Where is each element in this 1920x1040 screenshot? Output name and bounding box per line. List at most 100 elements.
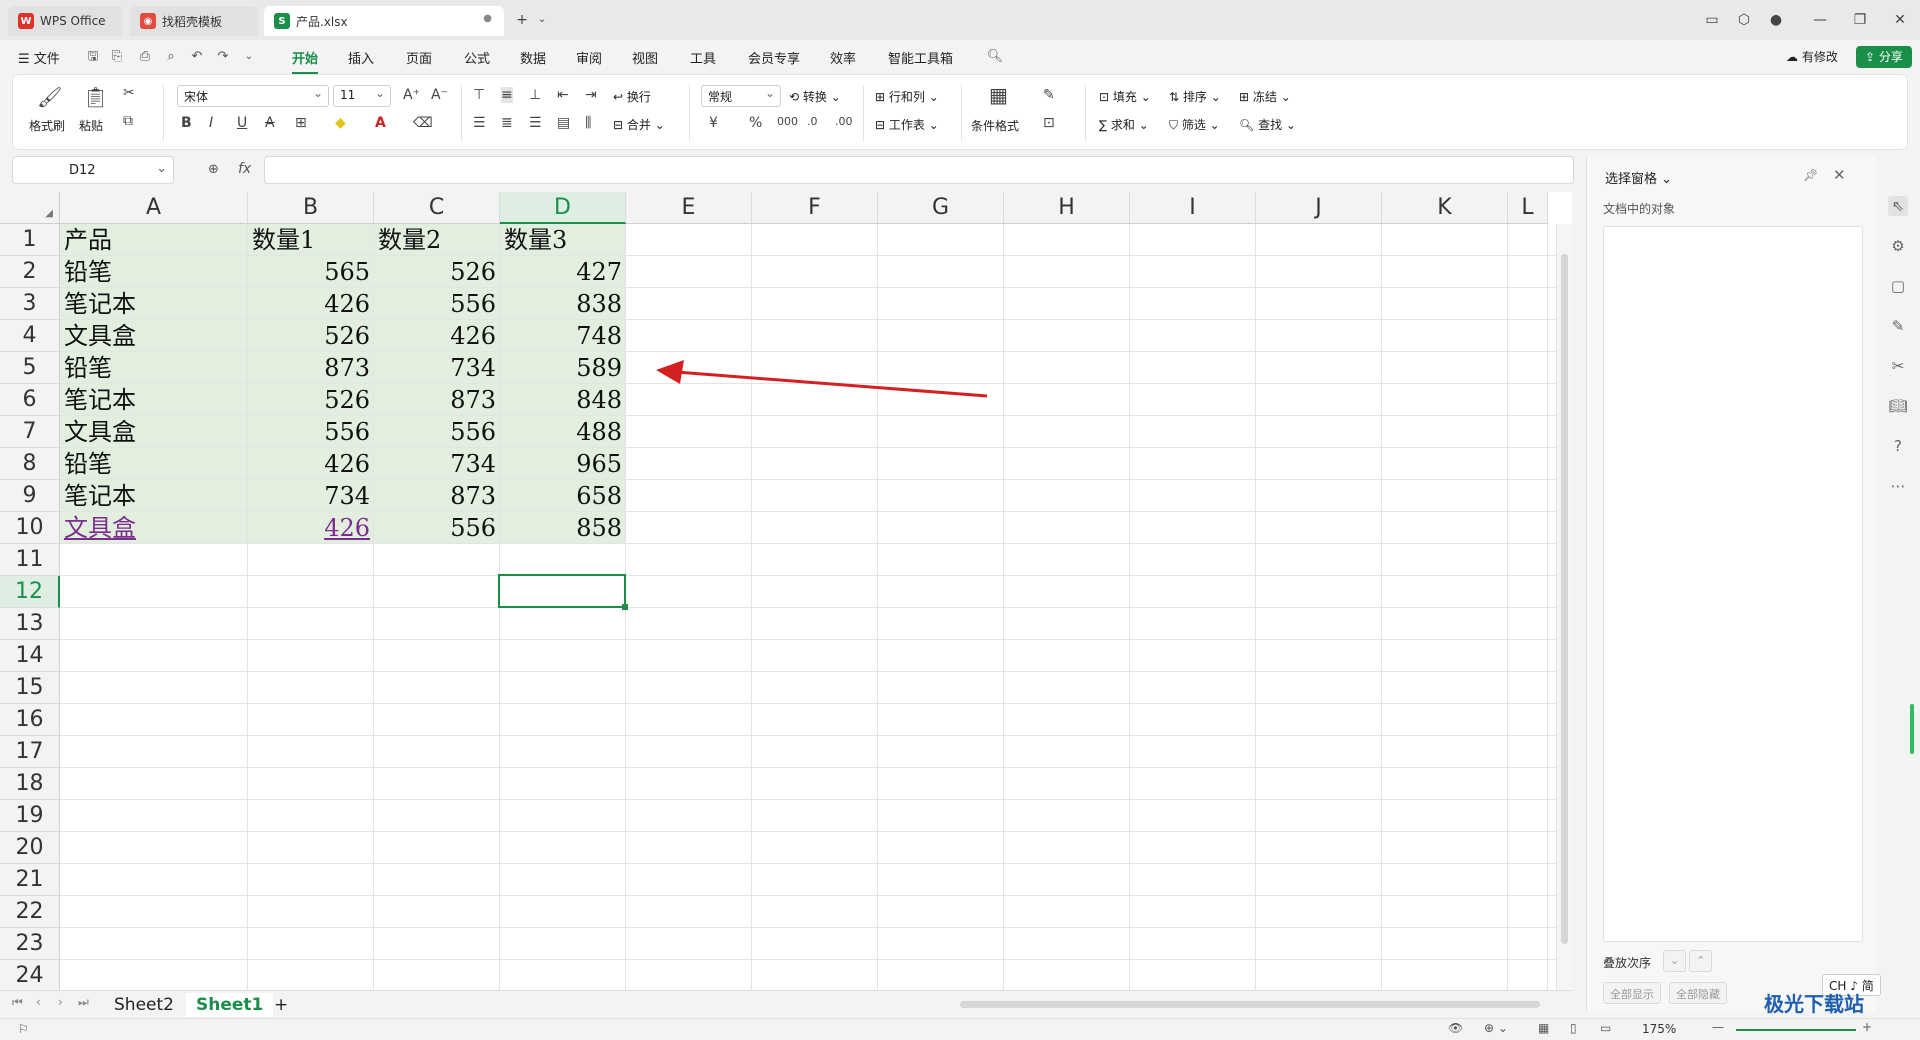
spreadsheet-grid[interactable]: ◢ ABCDEFGHIJKL 1 2 3 4 5 6 7 8 9 10 11 12 13 14 15 16 17… <box>0 192 1572 990</box>
fill-button[interactable]: ⊡ 填充 ⌄ <box>1099 88 1151 105</box>
align-center-icon[interactable]: ≣ <box>501 115 513 131</box>
name-box[interactable]: D12 ⌄ <box>12 156 174 184</box>
quick-access-dropdown-icon[interactable]: ⌄ <box>240 48 258 66</box>
save-icon[interactable]: 🖫 <box>84 48 102 66</box>
menu-data[interactable]: 数据 <box>520 48 546 67</box>
restore-icon[interactable]: ❐ <box>1850 10 1870 30</box>
scroll-thumb[interactable] <box>1561 254 1568 944</box>
layout-icon[interactable]: ▭ <box>1702 10 1722 30</box>
decrease-decimal-icon[interactable]: .00 <box>835 115 853 128</box>
conditional-format-label[interactable]: 条件格式 <box>971 117 1019 134</box>
border-icon[interactable]: ⊞ <box>295 115 307 131</box>
horizontal-scrollbar[interactable] <box>960 1001 1540 1008</box>
merge-button[interactable]: ⊟ 合并 ⌄ <box>613 116 665 133</box>
increase-font-icon[interactable]: A⁺ <box>403 87 420 103</box>
rows-cols-button[interactable]: ⊞ 行和列 ⌄ <box>875 88 939 105</box>
menu-smart-toolbox[interactable]: 智能工具箱 <box>888 48 953 67</box>
more-icon[interactable]: ⋯ <box>1888 476 1908 496</box>
object-list[interactable] <box>1603 226 1863 942</box>
share-button[interactable]: ⇪ 分享 <box>1856 46 1912 68</box>
show-all-button[interactable]: 全部显示 <box>1603 982 1661 1004</box>
zoom-in-icon[interactable]: + <box>1862 1020 1872 1034</box>
copy-icon[interactable]: ⧉ <box>123 113 133 129</box>
book-icon[interactable]: 📖︎ <box>1888 396 1908 416</box>
cube-icon[interactable]: ⬡ <box>1734 10 1754 30</box>
menu-page[interactable]: 页面 <box>406 48 432 67</box>
align-left-icon[interactable]: ☰ <box>473 115 486 131</box>
cell-format-icon[interactable]: ⊡ <box>1043 115 1055 131</box>
align-right-icon[interactable]: ☰ <box>529 115 542 131</box>
hide-all-button[interactable]: 全部隐藏 <box>1669 982 1727 1004</box>
font-color-icon[interactable]: A <box>375 115 386 131</box>
vertical-scrollbar[interactable] <box>1556 224 1572 990</box>
last-sheet-icon[interactable]: ⏭ <box>78 995 89 1010</box>
unsaved-dot-icon[interactable]: ● <box>483 13 492 24</box>
increase-decimal-icon[interactable]: .0 <box>807 115 818 128</box>
distributed-icon[interactable]: ⫼ <box>585 115 591 131</box>
align-top-icon[interactable]: ⊤ <box>473 87 485 103</box>
close-window-icon[interactable]: ✕ <box>1890 10 1910 30</box>
percent-button[interactable]: % <box>749 115 762 131</box>
print-icon[interactable]: ⎙ <box>136 48 154 66</box>
font-name-select[interactable]: 宋体 <box>177 85 329 107</box>
cell-style-icon[interactable]: ✎ <box>1043 87 1055 103</box>
redo-icon[interactable]: ↷ <box>214 48 232 66</box>
convert-button[interactable]: ⟲ 转换 ⌄ <box>789 88 841 105</box>
adjust-icon[interactable]: ⚙ <box>1888 236 1908 256</box>
bring-forward-icon[interactable]: ⌃ <box>1689 950 1713 972</box>
zoom-level[interactable]: 175% <box>1642 1022 1676 1036</box>
bold-icon[interactable]: B <box>181 115 192 131</box>
cut-icon[interactable]: ✂ <box>123 85 135 101</box>
macro-icon[interactable]: ⚐ <box>18 1022 29 1036</box>
font-size-select[interactable]: 11 <box>333 85 391 107</box>
tab-document[interactable]: S 产品.xlsx ● <box>264 6 504 36</box>
menu-home[interactable]: 开始 <box>292 48 319 74</box>
paste-label[interactable]: 粘贴 <box>79 117 103 134</box>
italic-icon[interactable]: I <box>209 115 213 131</box>
select-cursor-icon[interactable]: ⇖ <box>1888 196 1908 216</box>
filter-button[interactable]: ⛉ 筛选 ⌄ <box>1169 116 1220 133</box>
increase-indent-icon[interactable]: ⇥ <box>585 87 597 103</box>
sum-button[interactable]: ∑ 求和 ⌄ <box>1099 116 1149 133</box>
freeze-button[interactable]: ⊞ 冻结 ⌄ <box>1239 88 1291 105</box>
menu-efficiency[interactable]: 效率 <box>830 48 856 67</box>
comment-icon[interactable]: ▢ <box>1888 276 1908 296</box>
align-middle-icon[interactable]: ≡ <box>501 87 513 103</box>
menu-view[interactable]: 视图 <box>632 48 658 67</box>
menu-formula[interactable]: 公式 <box>464 48 490 67</box>
fx-icon[interactable]: fx <box>238 161 251 177</box>
help-icon[interactable]: ? <box>1888 436 1908 456</box>
image-edit-icon[interactable]: ✎ <box>1888 316 1908 336</box>
zoom-slider[interactable] <box>1736 1029 1856 1031</box>
find-button[interactable]: 🔍︎ 查找 ⌄ <box>1239 116 1296 133</box>
avatar[interactable]: ● <box>1766 10 1786 30</box>
sheet-tab-sheet1[interactable]: Sheet1 <box>186 993 274 1017</box>
menu-member[interactable]: 会员专享 <box>748 48 800 67</box>
conditional-format-icon[interactable]: ▦ <box>989 83 1008 107</box>
clear-format-icon[interactable]: ⌫ <box>413 115 433 131</box>
page-layout-icon[interactable]: ▯ <box>1570 1021 1577 1035</box>
tools-icon[interactable]: ✂ <box>1888 356 1908 376</box>
minimize-icon[interactable]: — <box>1810 10 1830 30</box>
first-sheet-icon[interactable]: ⏮ <box>12 995 23 1010</box>
search-icon[interactable]: 🔍︎ <box>986 48 1004 66</box>
decrease-font-icon[interactable]: A⁻ <box>431 87 448 103</box>
eye-protection-icon[interactable]: 👁︎ <box>1448 1021 1463 1035</box>
modified-status[interactable]: ☁ 有修改 <box>1786 48 1838 65</box>
tab-dropdown-icon[interactable]: ⌄ <box>532 10 552 30</box>
normal-view-icon[interactable]: ▦ <box>1538 1021 1549 1035</box>
currency-button[interactable]: ¥ <box>709 115 718 131</box>
next-sheet-icon[interactable]: › <box>58 995 63 1009</box>
zoom-formula-icon[interactable]: ⊕ <box>208 162 219 177</box>
selection-pane-title[interactable]: 选择窗格 ⌄ <box>1605 168 1672 187</box>
menu-file[interactable]: ☰ 文件 <box>18 48 60 67</box>
worksheet-button[interactable]: ⊟ 工作表 ⌄ <box>875 116 939 133</box>
underline-icon[interactable]: U <box>237 115 247 131</box>
wrap-text-button[interactable]: ↩ 换行 <box>613 88 651 105</box>
prev-sheet-icon[interactable]: ‹ <box>36 995 41 1009</box>
number-format-select[interactable]: 常规 <box>701 85 781 107</box>
decrease-indent-icon[interactable]: ⇤ <box>557 87 569 103</box>
format-painter-icon[interactable]: 🖌︎ <box>37 85 62 109</box>
align-bottom-icon[interactable]: ⊥ <box>529 87 541 103</box>
page-break-icon[interactable]: ▭ <box>1600 1021 1611 1035</box>
